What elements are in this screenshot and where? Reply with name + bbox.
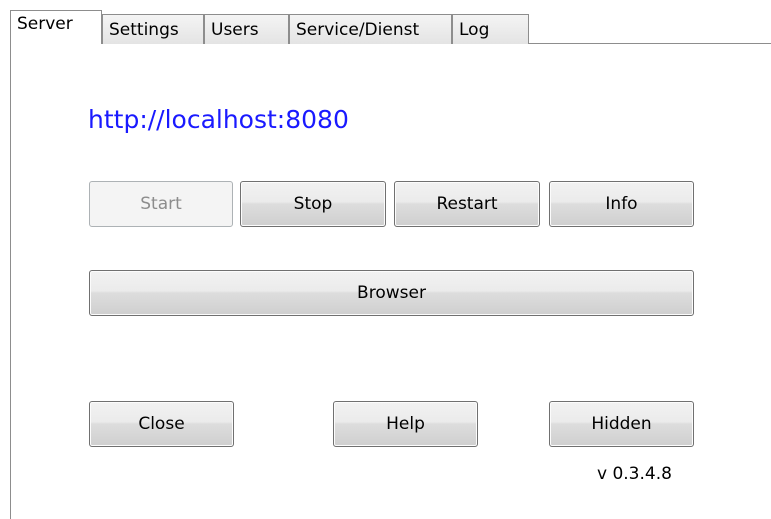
hidden-button[interactable]: Hidden	[549, 401, 694, 447]
tab-users[interactable]: Users	[204, 14, 289, 44]
tab-service-dienst[interactable]: Service/Dienst	[289, 14, 452, 44]
tab-strip: Server Settings Users Service/Dienst Log	[10, 0, 771, 44]
info-button[interactable]: Info	[549, 181, 694, 227]
start-button[interactable]: Start	[89, 181, 233, 227]
tab-settings[interactable]: Settings	[102, 14, 204, 44]
tab-server[interactable]: Server	[10, 10, 102, 44]
browser-button[interactable]: Browser	[89, 270, 694, 316]
panel-border	[10, 43, 11, 519]
app-window: Server Settings Users Service/Dienst Log…	[0, 0, 771, 519]
help-button[interactable]: Help	[333, 401, 478, 447]
version-label: v 0.3.4.8	[597, 464, 672, 484]
tab-log[interactable]: Log	[452, 14, 529, 44]
server-url-link[interactable]: http://localhost:8080	[88, 105, 349, 134]
restart-button[interactable]: Restart	[394, 181, 540, 227]
stop-button[interactable]: Stop	[240, 181, 386, 227]
close-button[interactable]: Close	[89, 401, 234, 447]
